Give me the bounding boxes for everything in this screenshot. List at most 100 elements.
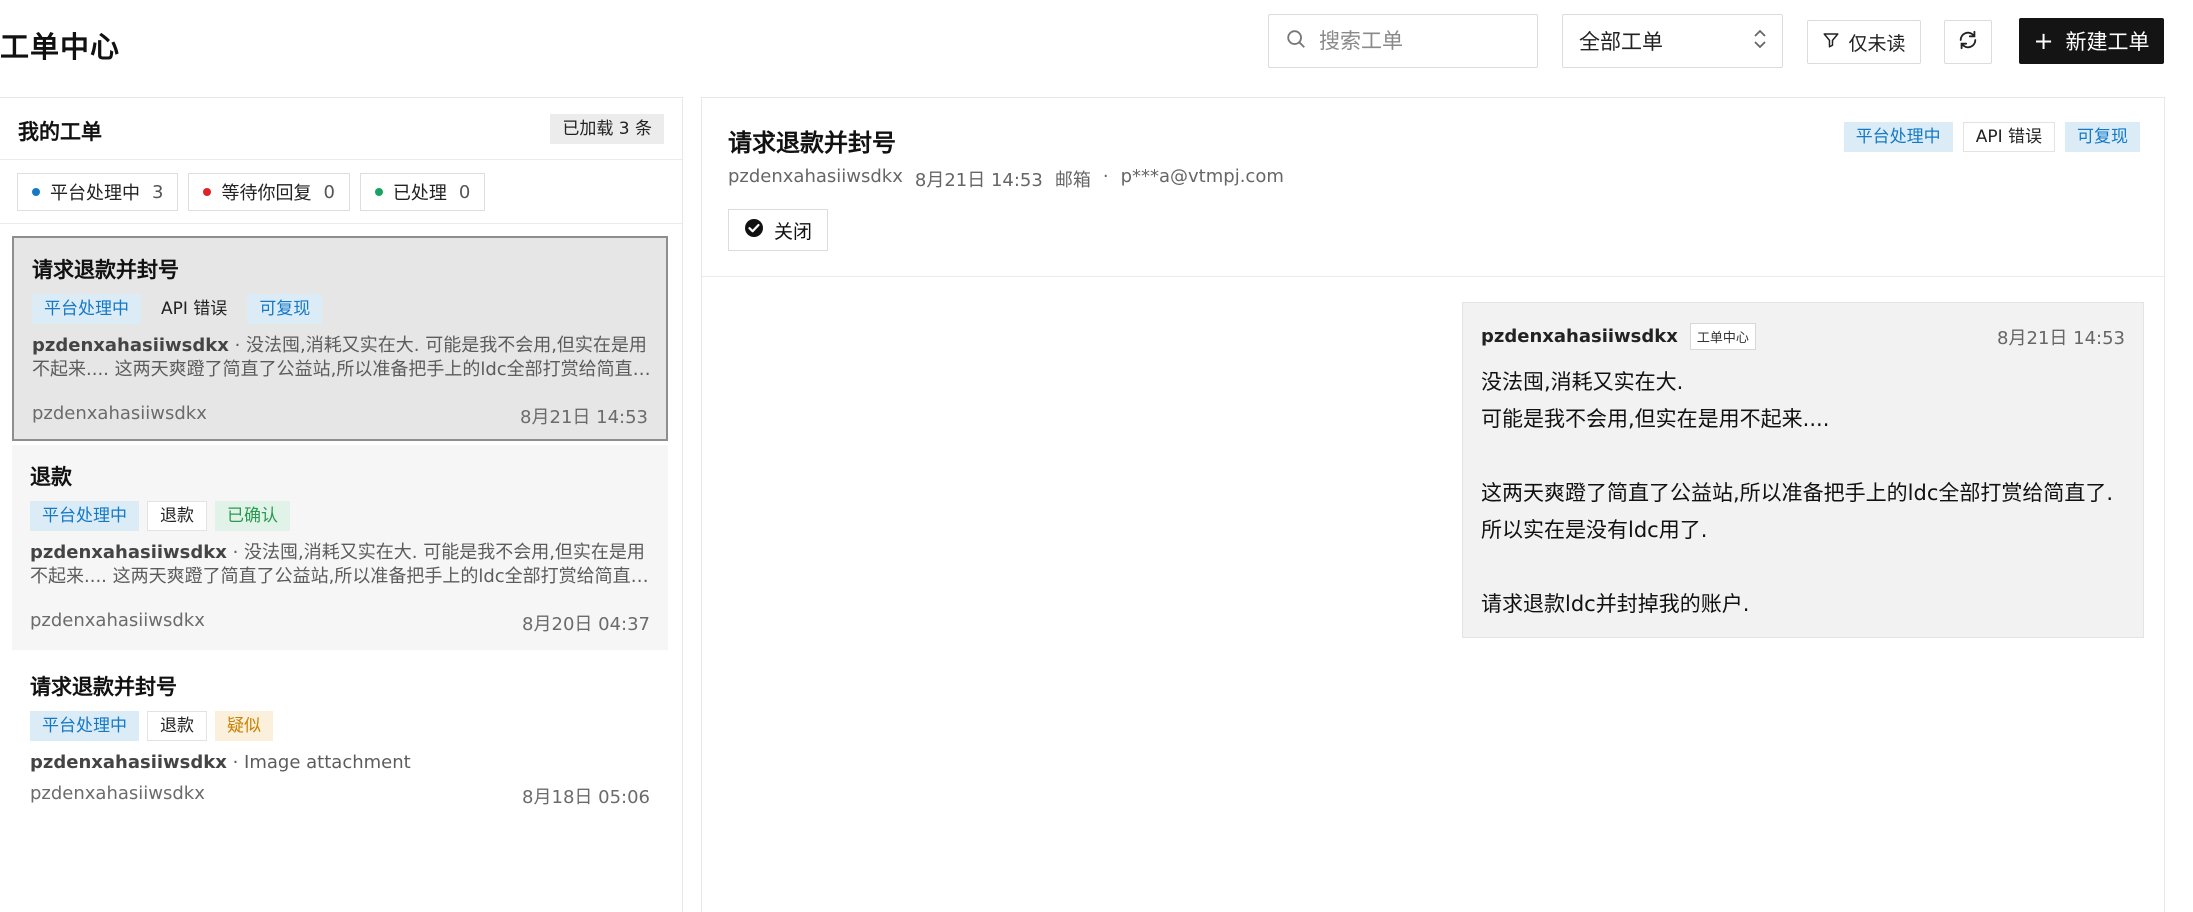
detail-tags: 平台处理中 API 错误 可复现 (1843, 122, 2140, 152)
ticket-filter-select[interactable]: 全部工单 (1562, 14, 1783, 68)
filter-label: 平台处理中 (50, 183, 140, 204)
ticket-title: 退款 (30, 465, 72, 489)
new-ticket-label: 新建工单 (2065, 30, 2150, 54)
category-tag: API 错误 (161, 299, 228, 319)
meta-separator: · (1102, 166, 1109, 187)
ticket-user: pzdenxahasiiwsdkx (32, 403, 207, 424)
ticket-list-panel: 我的工单 已加载 3 条 平台处理中 3 等待你回复 0 已处理 0 请求退款并… (0, 97, 683, 912)
ticket-footer: pzdenxahasiiwsdkx 8月21日 14:53 (32, 403, 648, 429)
unread-only-button[interactable]: 仅未读 (1807, 20, 1921, 64)
ticket-time: 8月18日 05:06 (522, 787, 650, 808)
message-source-badge: 工单中心 (1689, 323, 1756, 350)
preview-author: pzdenxahasiiwsdkx (30, 542, 227, 563)
ticket-filter-value: 全部工单 (1579, 30, 1663, 54)
message-line: 可能是我不会用,但实在是用不起来.... (1481, 407, 1830, 431)
filter-count: 0 (323, 181, 335, 203)
message-line: 这两天爽蹬了简直了公益站,所以准备把手上的ldc全部打赏给简直了. (1481, 481, 2114, 505)
filter-label: 已处理 (392, 183, 447, 204)
ticket-title: 请求退款并封号 (30, 675, 177, 699)
message-line: 所以实在是没有ldc用了. (1481, 518, 1708, 542)
unread-only-label: 仅未读 (1848, 32, 1906, 55)
close-ticket-label: 关闭 (774, 220, 813, 243)
ticket-item[interactable]: 请求退款并封号 平台处理中 退款 疑似 pzdenxahasiiwsdkx · … (12, 655, 668, 835)
ticket-time: 8月21日 14:53 (520, 407, 648, 428)
ticket-tags: 平台处理中 退款 已确认 (30, 501, 290, 531)
ticket-preview: pzdenxahasiiwsdkx · Image attachment (30, 751, 650, 775)
search-icon (1285, 28, 1307, 54)
status-tag: 平台处理中 (1843, 122, 1953, 152)
label-tag: 可复现 (247, 294, 323, 324)
status-tag: 平台处理中 (30, 501, 139, 531)
label-tag: 可复现 (2065, 122, 2140, 152)
ticket-list-header: 我的工单 已加载 3 条 (0, 98, 682, 160)
status-dot-blue (32, 188, 40, 196)
preview-separator: · (232, 542, 245, 563)
divider (0, 223, 682, 224)
ticket-title: 请求退款并封号 (32, 258, 179, 282)
divider (702, 276, 2164, 277)
preview-separator: · (232, 752, 245, 773)
check-circle-icon (744, 218, 774, 243)
category-tag: 退款 (147, 501, 207, 531)
ticket-tags: 平台处理中 退款 疑似 (30, 711, 273, 741)
filter-count: 0 (458, 181, 471, 203)
message-line: 没法囤,消耗又实在大. (1481, 370, 1684, 394)
category-tag: API 错误 (1962, 122, 2055, 152)
message-line (1481, 549, 2125, 586)
meta-email-label: 邮箱 (1054, 170, 1091, 191)
ticket-item[interactable]: 请求退款并封号 平台处理中 API 错误 可复现 pzdenxahasiiwsd… (12, 236, 668, 441)
status-dot-green (374, 188, 383, 196)
label-tag: 已确认 (215, 501, 290, 531)
message-bubble: pzdenxahasiiwsdkx 工单中心 8月21日 14:53 没法囤,消… (1462, 302, 2144, 638)
detail-meta: pzdenxahasiiwsdkx 8月21日 14:53 邮箱 · p***a… (728, 166, 1284, 192)
ticket-footer: pzdenxahasiiwsdkx 8月20日 04:37 (30, 610, 650, 636)
filter-label: 等待你回复 (221, 183, 312, 204)
ticket-user: pzdenxahasiiwsdkx (30, 783, 205, 804)
plus-icon: + (2033, 27, 2054, 55)
message-body: 没法囤,消耗又实在大. 可能是我不会用,但实在是用不起来.... 这两天爽蹬了简… (1481, 364, 2125, 623)
loaded-count-badge: 已加载 3 条 (550, 114, 664, 144)
ticket-footer: pzdenxahasiiwsdkx 8月18日 05:06 (30, 783, 650, 809)
ticket-detail-panel: 请求退款并封号 平台处理中 API 错误 可复现 pzdenxahasiiwsd… (701, 97, 2165, 912)
filter-count: 3 (152, 181, 164, 203)
message-line (1481, 438, 2125, 475)
status-tag: 平台处理中 (30, 711, 139, 741)
status-dot-red (203, 188, 212, 196)
status-filters: 平台处理中 3 等待你回复 0 已处理 0 (17, 173, 486, 211)
ticket-time: 8月20日 04:37 (522, 614, 650, 635)
search-input[interactable] (1319, 29, 1519, 53)
preview-separator: · (234, 335, 247, 356)
filter-resolved[interactable]: 已处理 0 (359, 173, 486, 211)
message-header: pzdenxahasiiwsdkx 工单中心 8月21日 14:53 (1481, 323, 2125, 350)
filter-processing[interactable]: 平台处理中 3 (17, 173, 179, 211)
filter-awaiting-reply[interactable]: 等待你回复 0 (188, 173, 350, 211)
refresh-icon (1957, 29, 1979, 56)
status-tag: 平台处理中 (32, 294, 141, 324)
preview-author: pzdenxahasiiwsdkx (30, 752, 227, 773)
label-tag: 疑似 (215, 711, 273, 741)
preview-author: pzdenxahasiiwsdkx (32, 335, 229, 356)
message-line: 请求退款ldc并封掉我的账户. (1481, 592, 1750, 616)
page-title: 工单中心 (0, 30, 121, 64)
ticket-item[interactable]: 退款 平台处理中 退款 已确认 pzdenxahasiiwsdkx · 没法囤,… (12, 445, 668, 650)
meta-time: 8月21日 14:53 (914, 170, 1043, 191)
ticket-list-title: 我的工单 (18, 120, 102, 144)
ticket-preview: pzdenxahasiiwsdkx · 没法囤,消耗又实在大. 可能是我不会用,… (30, 541, 650, 589)
search-box[interactable] (1268, 14, 1538, 68)
ticket-preview: pzdenxahasiiwsdkx · 没法囤,消耗又实在大. 可能是我不会用,… (32, 334, 652, 382)
category-tag: 退款 (147, 711, 207, 741)
filter-icon (1822, 31, 1848, 54)
preview-text: Image attachment (244, 752, 411, 773)
ticket-tags: 平台处理中 API 错误 可复现 (32, 294, 323, 324)
new-ticket-button[interactable]: + 新建工单 (2019, 18, 2164, 64)
message-time: 8月21日 14:53 (1997, 327, 2125, 349)
chevron-updown-icon (1752, 28, 1768, 55)
close-ticket-button[interactable]: 关闭 (728, 209, 829, 251)
detail-title: 请求退款并封号 (728, 129, 896, 157)
meta-user: pzdenxahasiiwsdkx (728, 166, 903, 187)
ticket-center-app: 工单中心 全部工单 仅未读 + 新建工单 我的工单 已加载 3 条 (0, 0, 2193, 912)
refresh-button[interactable] (1944, 20, 1992, 64)
ticket-user: pzdenxahasiiwsdkx (30, 610, 205, 631)
meta-email: p***a@vtmpj.com (1120, 166, 1284, 187)
message-author: pzdenxahasiiwsdkx (1481, 326, 1678, 347)
